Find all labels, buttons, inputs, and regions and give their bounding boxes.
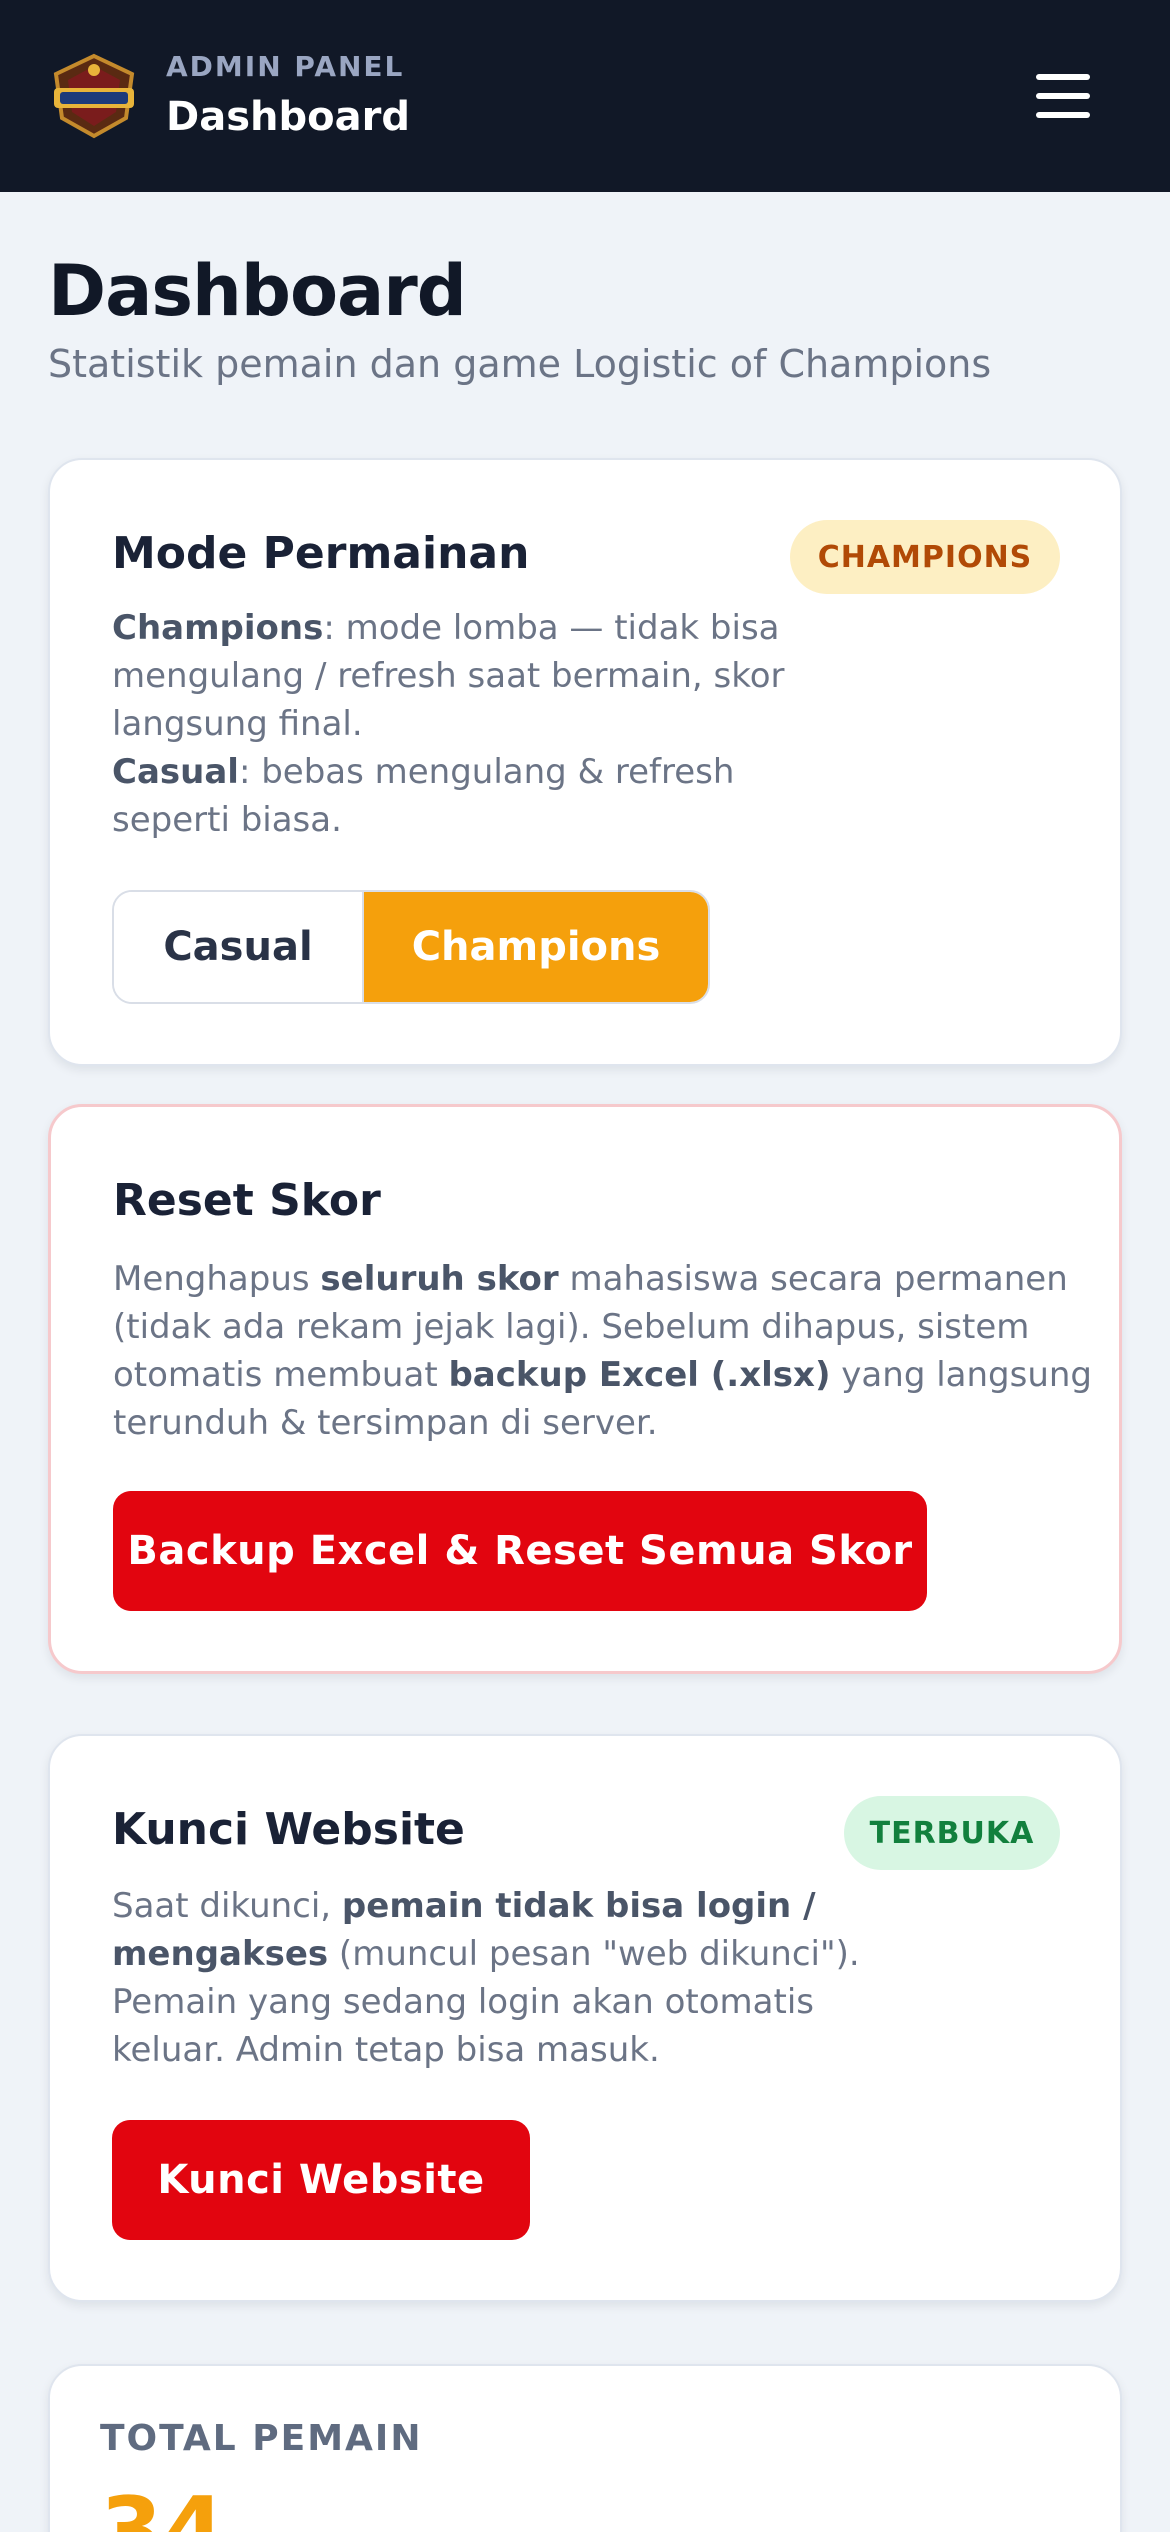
reset-score-card: Reset Skor Menghapus seluruh skor mahasi…	[48, 1104, 1122, 1674]
mode-toggle: Casual Champions	[112, 890, 710, 1004]
casual-desc-2: seperti biasa.	[112, 800, 342, 840]
top-bar: ADMIN PANEL Dashboard	[0, 0, 1170, 192]
reset-score-description: Menghapus seluruh skor mahasiswa secara …	[113, 1255, 1092, 1447]
reset-desc-bold-1: seluruh skor	[320, 1259, 559, 1299]
reset-score-title: Reset Skor	[113, 1175, 381, 1226]
lock-desc-2: (muncul pesan "web dikunci").	[328, 1934, 860, 1974]
reset-desc-6: terunduh & tersimpan di server.	[113, 1403, 658, 1443]
mode-option-champions[interactable]: Champions	[364, 892, 708, 1002]
total-players-card: TOTAL PEMAIN 34	[48, 2364, 1122, 2532]
champions-desc-2: mengulang / refresh saat bermain, skor	[112, 656, 785, 696]
hamburger-icon	[1036, 93, 1090, 99]
page-title: Dashboard	[48, 250, 467, 332]
menu-button[interactable]	[1016, 64, 1106, 128]
lock-website-description: Saat dikunci, pemain tidak bisa login / …	[112, 1882, 860, 2074]
lock-desc-4: keluar. Admin tetap bisa masuk.	[112, 2030, 660, 2070]
casual-term: Casual	[112, 752, 239, 792]
reset-desc-bold-2: backup Excel (.xlsx)	[448, 1355, 831, 1395]
reset-desc-1: Menghapus	[113, 1259, 321, 1299]
reset-desc-3: (tidak ada rekam jejak lagi). Sebelum di…	[113, 1307, 1030, 1347]
lock-status-badge: TERBUKA	[844, 1796, 1060, 1870]
game-mode-title: Mode Permainan	[112, 528, 530, 579]
mode-status-badge: CHAMPIONS	[790, 520, 1060, 594]
logistic-champions-logo[interactable]	[48, 52, 140, 140]
hamburger-icon	[1036, 74, 1090, 80]
game-mode-description: Champions: mode lomba — tidak bisa mengu…	[112, 604, 784, 844]
lock-desc-bold-1: pemain tidak bisa login /	[341, 1886, 816, 1926]
champions-desc-1: : mode lomba — tidak bisa	[323, 608, 780, 648]
reset-desc-2: mahasiswa secara permanen	[558, 1259, 1068, 1299]
backup-reset-button[interactable]: Backup Excel & Reset Semua Skor	[113, 1491, 927, 1611]
hamburger-icon	[1036, 112, 1090, 118]
lock-desc-1: Saat dikunci,	[112, 1886, 342, 1926]
reset-desc-5: yang langsung	[830, 1355, 1093, 1395]
lock-desc-bold-2: mengakses	[112, 1934, 329, 1974]
header-title: Dashboard	[166, 94, 410, 140]
game-mode-card: Mode Permainan CHAMPIONS Champions: mode…	[48, 458, 1122, 1066]
lock-website-card: Kunci Website TERBUKA Saat dikunci, pema…	[48, 1734, 1122, 2302]
casual-desc-1: : bebas mengulang & refresh	[238, 752, 735, 792]
mode-option-casual[interactable]: Casual	[114, 892, 364, 1002]
total-players-label: TOTAL PEMAIN	[100, 2418, 423, 2459]
reset-desc-4: otomatis membuat	[113, 1355, 449, 1395]
lock-website-title: Kunci Website	[112, 1804, 465, 1855]
champions-term: Champions	[112, 608, 324, 648]
total-players-value: 34	[100, 2478, 226, 2532]
lock-website-button[interactable]: Kunci Website	[112, 2120, 530, 2240]
admin-panel-label: ADMIN PANEL	[166, 50, 405, 83]
champions-desc-3: langsung final.	[112, 704, 363, 744]
page-subtitle: Statistik pemain dan game Logistic of Ch…	[48, 342, 992, 386]
lock-desc-3: Pemain yang sedang login akan otomatis	[112, 1982, 814, 2022]
